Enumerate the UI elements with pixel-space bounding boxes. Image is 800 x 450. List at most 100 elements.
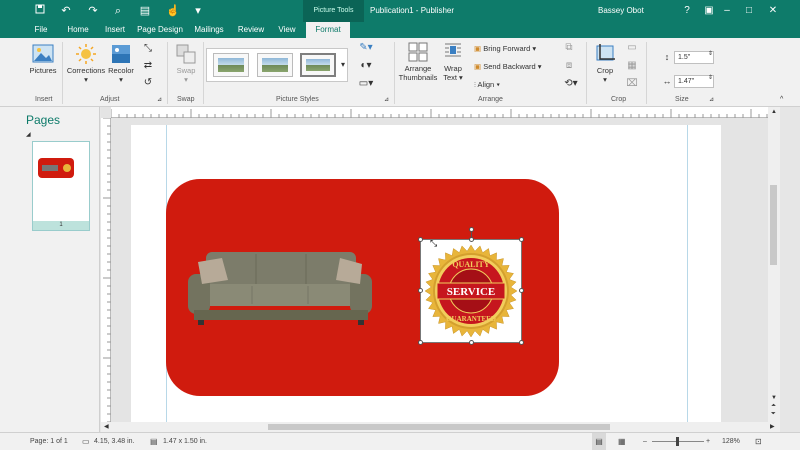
fit-page-icon[interactable]: ⊡	[755, 433, 762, 450]
resize-handle-bottom[interactable]	[469, 340, 474, 345]
next-page-icon[interactable]: ⏷	[771, 411, 776, 418]
pictures-button[interactable]: Pictures	[28, 44, 58, 75]
corrections-button[interactable]: Corrections ▾	[66, 44, 106, 84]
close-button[interactable]: ✕	[762, 0, 784, 22]
ungroup-objects-icon[interactable]: ⧈	[563, 60, 575, 71]
resize-handle-right[interactable]	[519, 288, 524, 293]
crop-dropdown-icon: ▾	[603, 75, 607, 84]
zoom-slider-thumb[interactable]	[676, 437, 679, 446]
pages-pane: Pages ◢ 1	[0, 107, 100, 432]
compress-pictures-icon[interactable]: ⤡	[142, 43, 154, 54]
crop-button[interactable]: Crop ▾	[592, 44, 618, 84]
collapse-pane-icon[interactable]: ◢	[26, 131, 31, 138]
clear-crop-icon[interactable]: ⌧	[626, 78, 638, 89]
quick-access-dropdown-icon[interactable]: ▾	[190, 3, 206, 19]
redo-icon[interactable]: ↷	[85, 3, 101, 19]
resize-handle-top-right[interactable]	[519, 237, 524, 242]
vertical-scrollbar-thumb[interactable]	[770, 185, 777, 265]
minimize-button[interactable]: –	[716, 0, 738, 22]
arrange-group-label: Arrange	[478, 96, 503, 103]
fill-icon[interactable]: ▦	[626, 60, 638, 71]
quality-seal-picture: QUALITY SERVICE GUARANTEED	[424, 244, 518, 338]
resize-handle-left[interactable]	[418, 288, 423, 293]
tab-file[interactable]: File	[28, 22, 54, 38]
zoom-out-icon[interactable]: –	[643, 433, 647, 450]
recolor-dropdown-icon: ▾	[119, 75, 123, 84]
adjust-group-label: Adjust	[100, 96, 120, 103]
vertical-scrollbar[interactable]	[768, 107, 780, 425]
two-page-view-icon[interactable]: ▦	[618, 433, 626, 450]
status-bar: Page: 1 of 1 ▭ 4.15, 3.48 in. ▤ 1.47 x 1…	[0, 432, 800, 450]
page-indicator[interactable]: Page: 1 of 1	[30, 433, 68, 450]
undo-icon[interactable]: ↶	[58, 3, 74, 19]
group-objects-icon[interactable]: ⧉	[563, 42, 575, 53]
picture-style-thumb[interactable]	[257, 53, 293, 77]
horizontal-scrollbar-thumb[interactable]	[268, 424, 610, 430]
picture-border-icon[interactable]: ✎▾	[355, 42, 377, 53]
resize-handle-top-left[interactable]	[418, 237, 423, 242]
tab-mailings[interactable]: Mailings	[190, 22, 228, 38]
previous-page-icon[interactable]: ⏶	[771, 403, 776, 410]
picture-styles-dialog-launcher-icon[interactable]: ⊿	[384, 96, 389, 103]
scroll-left-icon[interactable]: ◀	[104, 423, 109, 430]
change-picture-icon[interactable]: ⇄	[142, 60, 154, 71]
recolor-button[interactable]: Recolor ▾	[107, 44, 135, 84]
width-spinner-icon[interactable]: ⇕	[708, 74, 713, 81]
help-button[interactable]: ?	[676, 0, 698, 22]
touch-mode-icon[interactable]: ☝	[165, 3, 181, 19]
picture-style-thumb[interactable]	[300, 53, 336, 77]
zoom-level[interactable]: 128%	[722, 433, 740, 450]
collapse-ribbon-icon[interactable]: ^	[780, 96, 783, 103]
maximize-button[interactable]: □	[738, 0, 760, 22]
gallery-more-icon[interactable]: ▾	[339, 60, 347, 69]
save-icon[interactable]	[32, 3, 48, 19]
tab-format[interactable]: Format	[306, 22, 350, 38]
caption-icon[interactable]: ▭▾	[355, 78, 377, 89]
scroll-down-icon[interactable]: ▼	[771, 395, 777, 401]
arrange-thumbnails-icon	[408, 42, 428, 62]
scroll-right-icon[interactable]: ▶	[770, 423, 775, 430]
align-button[interactable]: ⫶ Align ▾	[474, 80, 534, 90]
ribbon: Pictures Insert Corrections ▾ Recolor ▾ ⤡ …	[0, 38, 800, 107]
resize-handle-bottom-left[interactable]	[418, 340, 423, 345]
tab-review[interactable]: Review	[234, 22, 268, 38]
fit-icon[interactable]: ▭	[626, 42, 638, 53]
single-page-view-icon[interactable]: ▤	[592, 433, 606, 450]
arrange-thumbnails-button[interactable]: Arrange Thumbnails	[398, 42, 438, 82]
adjust-dialog-launcher-icon[interactable]: ⊿	[157, 96, 162, 103]
customize-icon[interactable]: ▤	[137, 3, 153, 19]
picture-style-thumb[interactable]	[213, 53, 249, 77]
object-size: 1.47 x 1.50 in.	[163, 438, 207, 445]
resize-handle-bottom-right[interactable]	[519, 340, 524, 345]
object-size-icon: ▤	[150, 437, 158, 446]
swap-group-label: Swap	[177, 96, 195, 103]
picture-effects-icon[interactable]: ◐▾	[355, 60, 377, 71]
seal-picture-selection[interactable]: QUALITY SERVICE GUARANTEED	[420, 239, 522, 343]
height-spinner-icon[interactable]: ⇕	[708, 50, 713, 57]
reset-picture-icon[interactable]: ↺	[142, 77, 154, 88]
rotation-handle[interactable]	[469, 227, 474, 232]
shape-width-icon: ↔	[662, 76, 672, 86]
tab-page-design[interactable]: Page Design	[137, 22, 183, 38]
wrap-text-button[interactable]: Wrap Text ▾	[440, 42, 466, 82]
tab-view[interactable]: View	[273, 22, 301, 38]
scroll-up-icon[interactable]: ▲	[771, 109, 777, 115]
print-preview-icon[interactable]: ⌕	[110, 3, 126, 19]
vertical-ruler[interactable]	[101, 117, 111, 425]
size-dialog-launcher-icon[interactable]: ⊿	[709, 96, 714, 103]
user-name[interactable]: Bassey Obot	[598, 0, 644, 22]
bring-forward-button[interactable]: ▣ Bring Forward ▾	[474, 44, 554, 53]
send-backward-label: Send Backward	[483, 62, 536, 71]
tab-home[interactable]: Home	[63, 22, 93, 38]
rotate-icon[interactable]: ⟲▾	[563, 78, 579, 89]
send-backward-button[interactable]: ▣ Send Backward ▾	[474, 62, 554, 71]
swap-button[interactable]: Swap ▾	[171, 44, 201, 84]
corrections-icon	[76, 44, 96, 64]
horizontal-ruler[interactable]	[110, 107, 768, 118]
page-thumbnail[interactable]: 1	[32, 141, 90, 231]
sofa-picture[interactable]	[188, 250, 374, 326]
zoom-in-icon[interactable]: +	[706, 433, 710, 450]
recolor-label: Recolor	[108, 66, 134, 75]
tab-insert[interactable]: Insert	[100, 22, 130, 38]
swap-label: Swap	[176, 66, 196, 75]
